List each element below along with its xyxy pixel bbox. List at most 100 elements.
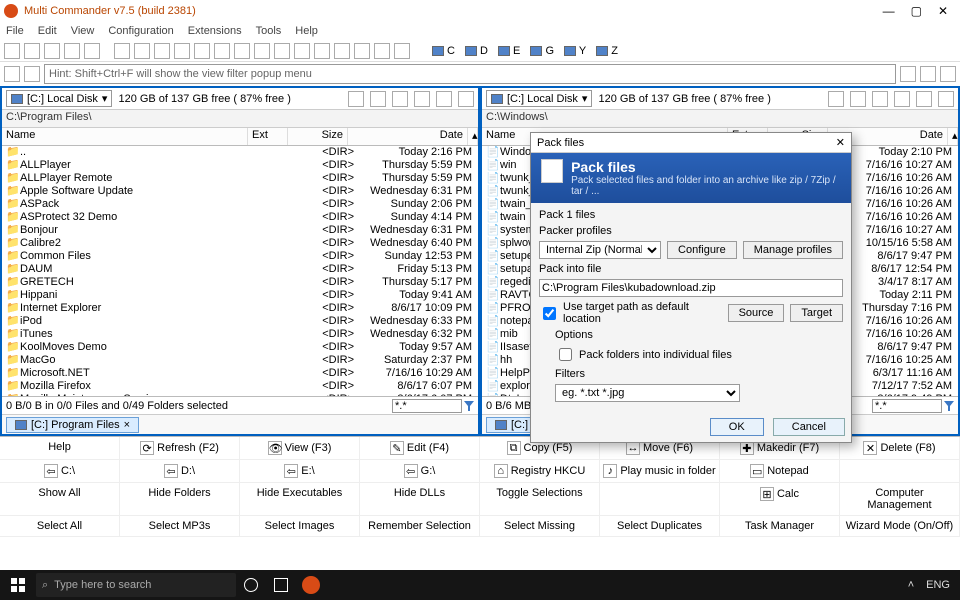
pane-tool-icon[interactable]	[392, 91, 408, 107]
scroll-up-icon[interactable]: ▴	[948, 128, 958, 145]
manage-profiles-button[interactable]: Manage profiles	[743, 241, 843, 259]
drive-button-y[interactable]: Y	[564, 45, 586, 57]
file-row[interactable]: 📁MacGo<DIR>Saturday 2:37 PM	[2, 354, 478, 367]
menu-tools[interactable]: Tools	[256, 25, 282, 37]
command-button[interactable]: Hide Executables	[240, 483, 360, 516]
filter-box-left[interactable]: *.*	[392, 399, 462, 413]
command-button[interactable]: Wizard Mode (On/Off)	[840, 516, 960, 537]
path-bar-left[interactable]: C:\Program Files\	[2, 110, 478, 128]
menu-view[interactable]: View	[71, 25, 95, 37]
menu-configuration[interactable]: Configuration	[108, 25, 173, 37]
col-name[interactable]: Name	[2, 128, 248, 145]
drive-button-z[interactable]: Z	[596, 45, 618, 57]
file-row[interactable]: 📁Hippani<DIR>Today 9:41 AM	[2, 289, 478, 302]
hint-input[interactable]	[44, 64, 896, 84]
file-row[interactable]: 📁..<DIR>Today 2:16 PM	[2, 146, 478, 159]
close-icon[interactable]: ×	[124, 419, 130, 431]
col-date[interactable]: Date	[348, 128, 468, 145]
file-row[interactable]: 📁iPod<DIR>Wednesday 6:33 PM	[2, 315, 478, 328]
tab-left[interactable]: [C:] Program Files ×	[6, 417, 139, 433]
command-button[interactable]: Computer Management	[840, 483, 960, 516]
toolbar-button[interactable]	[254, 43, 270, 59]
file-row[interactable]: 📁iTunes<DIR>Wednesday 6:32 PM	[2, 328, 478, 341]
pane-tool-icon[interactable]	[828, 91, 844, 107]
menu-extensions[interactable]: Extensions	[188, 25, 242, 37]
file-list-left[interactable]: 📁..<DIR>Today 2:16 PM📁ALLPlayer<DIR>Thur…	[2, 146, 478, 396]
file-row[interactable]: 📁ALLPlayer Remote<DIR>Thursday 5:59 PM	[2, 172, 478, 185]
filters-select[interactable]: eg. *.txt *.jpg	[555, 384, 740, 402]
profile-select[interactable]: Internal Zip (Normal)	[539, 241, 661, 259]
language-indicator[interactable]: ENG	[926, 579, 950, 591]
toolbar-button[interactable]	[134, 43, 150, 59]
ok-button[interactable]: OK	[710, 418, 764, 436]
command-button[interactable]: Toggle Selections	[480, 483, 600, 516]
task-view-icon[interactable]	[266, 570, 296, 600]
file-row[interactable]: 📁Calibre2<DIR>Wednesday 6:40 PM	[2, 237, 478, 250]
command-button[interactable]: ⇦D:\	[120, 460, 240, 483]
toolbar-button[interactable]	[334, 43, 350, 59]
toolbar-button[interactable]	[64, 43, 80, 59]
toolbar-button[interactable]	[44, 43, 60, 59]
toolbar-button[interactable]	[374, 43, 390, 59]
toolbar-button[interactable]	[214, 43, 230, 59]
scroll-up-icon[interactable]: ▴	[468, 128, 478, 145]
toolbar-button[interactable]	[314, 43, 330, 59]
file-row[interactable]: 📁Mozilla Maintenance Service<DIR>8/6/17 …	[2, 393, 478, 396]
funnel-icon[interactable]	[944, 401, 954, 411]
command-button[interactable]: ♪Play music in folder	[600, 460, 720, 483]
toolbar-button[interactable]	[194, 43, 210, 59]
drive-selector-left[interactable]: [C:] Local Disk ▾	[6, 90, 112, 107]
pane-tool-icon[interactable]	[414, 91, 430, 107]
toolbar-button[interactable]	[274, 43, 290, 59]
menu-edit[interactable]: Edit	[38, 25, 57, 37]
command-button[interactable]: 👁View (F3)	[240, 437, 360, 460]
menu-help[interactable]: Help	[295, 25, 318, 37]
file-row[interactable]: 📁Apple Software Update<DIR>Wednesday 6:3…	[2, 185, 478, 198]
command-button[interactable]: Hide Folders	[120, 483, 240, 516]
source-button[interactable]: Source	[728, 304, 785, 322]
window-close[interactable]: ✕	[938, 4, 948, 18]
command-button[interactable]: Task Manager	[720, 516, 840, 537]
file-row[interactable]: 📁Mozilla Firefox<DIR>8/6/17 6:07 PM	[2, 380, 478, 393]
file-row[interactable]: 📁Common Files<DIR>Sunday 12:53 PM	[2, 250, 478, 263]
command-button[interactable]: Select All	[0, 516, 120, 537]
file-row[interactable]: 📁Microsoft.NET<DIR>7/16/16 10:29 AM	[2, 367, 478, 380]
toolbar-button[interactable]	[394, 43, 410, 59]
command-button[interactable]: Select Images	[240, 516, 360, 537]
command-button[interactable]: Select Duplicates	[600, 516, 720, 537]
pane-tool-icon[interactable]	[938, 91, 954, 107]
drive-button-d[interactable]: D	[465, 45, 488, 57]
toolbar-button[interactable]	[4, 43, 20, 59]
taskbar-search[interactable]: ⌕ Type here to search	[36, 573, 236, 597]
command-button[interactable]: Help	[0, 437, 120, 460]
default-location-checkbox[interactable]: Use target path as default location	[539, 301, 716, 325]
file-row[interactable]: 📁ASPack<DIR>Sunday 2:06 PM	[2, 198, 478, 211]
command-button[interactable]: ⇦C:\	[0, 460, 120, 483]
pane-tool-icon[interactable]	[894, 91, 910, 107]
nav-forward-icon[interactable]	[24, 66, 40, 82]
command-button[interactable]: ⟳Refresh (F2)	[120, 437, 240, 460]
toolbar-button[interactable]	[940, 66, 956, 82]
command-button[interactable]: Show All	[0, 483, 120, 516]
menu-file[interactable]: File	[6, 25, 24, 37]
checkbox-icon[interactable]	[559, 348, 572, 361]
toolbar-button[interactable]	[354, 43, 370, 59]
pane-tool-icon[interactable]	[436, 91, 452, 107]
file-row[interactable]: 📁Internet Explorer<DIR>8/6/17 10:09 PM	[2, 302, 478, 315]
toolbar-button[interactable]	[294, 43, 310, 59]
pane-tool-icon[interactable]	[850, 91, 866, 107]
nav-back-icon[interactable]	[4, 66, 20, 82]
command-button[interactable]: Select MP3s	[120, 516, 240, 537]
drive-selector-right[interactable]: [C:] Local Disk ▾	[486, 90, 592, 107]
toolbar-button[interactable]	[920, 66, 936, 82]
file-row[interactable]: 📁ALLPlayer<DIR>Thursday 5:59 PM	[2, 159, 478, 172]
toolbar-button[interactable]	[234, 43, 250, 59]
pane-tool-icon[interactable]	[872, 91, 888, 107]
file-row[interactable]: 📁Bonjour<DIR>Wednesday 6:31 PM	[2, 224, 478, 237]
command-button[interactable]: ▭Notepad	[720, 460, 840, 483]
command-button[interactable]: ✕Delete (F8)	[840, 437, 960, 460]
drive-button-c[interactable]: C	[432, 45, 455, 57]
file-row[interactable]: 📁GRETECH<DIR>Thursday 5:17 PM	[2, 276, 478, 289]
window-minimize[interactable]: —	[883, 4, 895, 18]
command-button[interactable]: Remember Selection	[360, 516, 480, 537]
